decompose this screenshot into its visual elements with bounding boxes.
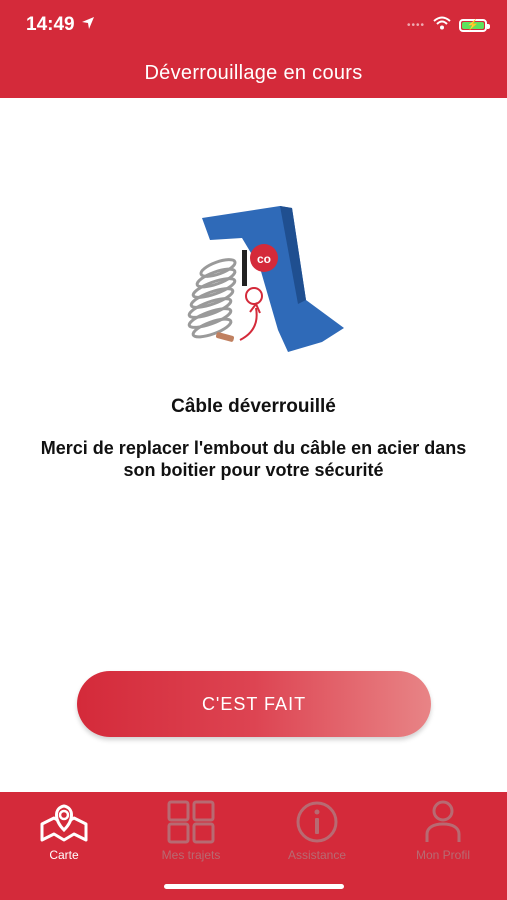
status-indicators: •••• ⚡ xyxy=(406,16,490,35)
done-button[interactable]: C'EST FAIT xyxy=(77,671,431,737)
svg-text:co: co xyxy=(257,252,271,266)
grid-icon xyxy=(136,800,246,844)
tab-mon-profil[interactable]: Mon Profil xyxy=(388,800,498,862)
tab-label-carte: Carte xyxy=(49,848,79,862)
tab-mes-trajets[interactable]: Mes trajets xyxy=(136,800,246,862)
time-text: 14:49 xyxy=(26,14,75,35)
status-time: 14:49 xyxy=(26,14,95,36)
signal-dots-icon: •••• xyxy=(406,20,425,31)
tab-assistance[interactable]: Assistance xyxy=(262,800,372,862)
location-arrow-icon xyxy=(81,14,95,36)
header-bar: 14:49 •••• ⚡ Déverrouillage en cours xyxy=(0,0,507,98)
tab-label-mon-profil: Mon Profil xyxy=(415,848,471,862)
map-icon xyxy=(9,800,119,844)
wifi-icon xyxy=(433,16,451,35)
page-title: Déverrouillage en cours xyxy=(144,62,363,84)
tab-label-assistance: Assistance xyxy=(287,848,347,862)
tab-carte[interactable]: Carte xyxy=(9,800,119,862)
person-icon xyxy=(388,800,498,844)
unlock-heading: Câble déverrouillé xyxy=(171,396,336,417)
battery-icon: ⚡ xyxy=(459,19,490,32)
cable-lock-illustration: co xyxy=(180,200,350,370)
tab-label-mes-trajets: Mes trajets xyxy=(161,848,221,862)
info-icon xyxy=(262,800,372,844)
instruction-message: Merci de replacer l'embout du câble en a… xyxy=(40,438,467,480)
home-indicator[interactable] xyxy=(164,884,344,889)
